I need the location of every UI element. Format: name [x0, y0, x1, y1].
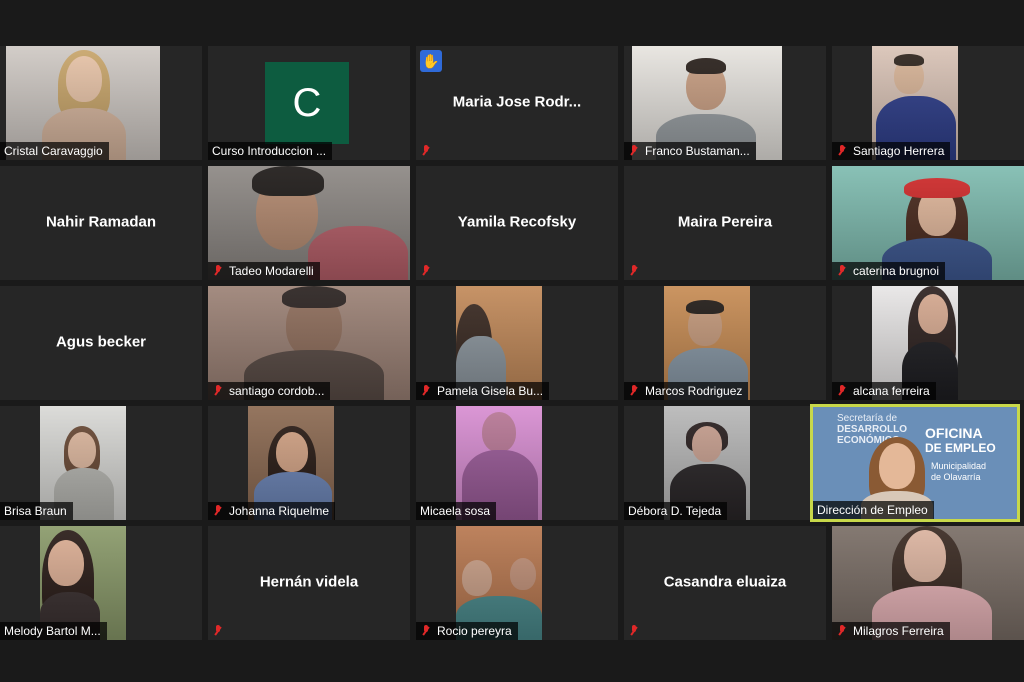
- muted-mic-icon: [836, 144, 848, 158]
- muted-mic-icon: [212, 624, 224, 638]
- participant-tile[interactable]: Agus becker: [0, 286, 202, 400]
- participant-name: Nahir Ramadan: [45, 213, 157, 231]
- participant-name-label: Marcos Rodriguez: [624, 382, 749, 400]
- muted-mic-icon: [628, 384, 640, 398]
- muted-mic-icon: [212, 504, 224, 518]
- muted-mic-icon: [628, 624, 640, 638]
- muted-mic-icon: [628, 264, 640, 278]
- muted-mic-icon: [420, 264, 432, 278]
- participant-name-label: Tadeo Modarelli: [208, 262, 320, 280]
- participant-name-label: Milagros Ferreira: [832, 622, 950, 640]
- participant-tile[interactable]: Melody Bartol M...: [0, 526, 202, 640]
- participant-tile[interactable]: Milagros Ferreira: [832, 526, 1024, 640]
- participant-tile[interactable]: caterina brugnoi: [832, 166, 1024, 280]
- participant-tile[interactable]: Maira Pereira: [624, 166, 826, 280]
- participant-tile[interactable]: Santiago Herrera: [832, 46, 1024, 160]
- participant-tile[interactable]: Tadeo Modarelli: [208, 166, 410, 280]
- participant-tile[interactable]: Franco Bustaman...: [624, 46, 826, 160]
- participant-name: Maria Jose Rodr...: [452, 93, 582, 111]
- participant-name-label: alcana ferreira: [832, 382, 936, 400]
- participant-name-label: Brisa Braun: [0, 502, 73, 520]
- participant-name-label: Rocio pereyra: [416, 622, 518, 640]
- raised-hand-icon: ✋: [420, 50, 442, 72]
- participant-tile[interactable]: Rocio pereyra: [416, 526, 618, 640]
- participant-tile[interactable]: alcana ferreira: [832, 286, 1024, 400]
- participant-name-label: Franco Bustaman...: [624, 142, 756, 160]
- participant-tile[interactable]: Hernán videla: [208, 526, 410, 640]
- participant-name-label: Pamela Gisela Bu...: [416, 382, 550, 400]
- participant-tile[interactable]: Cristal Caravaggio: [0, 46, 202, 160]
- participant-tile[interactable]: Yamila Recofsky: [416, 166, 618, 280]
- muted-mic-icon: [420, 384, 432, 398]
- participant-tile[interactable]: Brisa Braun: [0, 406, 202, 520]
- background-text: Secretaría de: [837, 413, 898, 424]
- muted-mic-icon: [420, 144, 432, 158]
- participant-name-label: Johanna Riquelme: [208, 502, 336, 520]
- participant-name-label: Curso Introduccion ...: [208, 142, 333, 160]
- participant-tile[interactable]: Marcos Rodriguez: [624, 286, 826, 400]
- participant-name-label: Santiago Herrera: [832, 142, 951, 160]
- participant-tile[interactable]: Pamela Gisela Bu...: [416, 286, 618, 400]
- muted-mic-icon: [628, 144, 640, 158]
- background-text: OFICINA: [925, 425, 983, 441]
- gallery-grid: Cristal Caravaggio C Curso Introduccion …: [0, 46, 1024, 646]
- participant-tile[interactable]: Nahir Ramadan: [0, 166, 202, 280]
- participant-name-label: Dirección de Empleo: [813, 501, 934, 519]
- participant-name-label: Micaela sosa: [416, 502, 497, 520]
- participant-name: Maira Pereira: [677, 213, 773, 231]
- background-text: DESARROLLO: [837, 424, 907, 435]
- participant-tile[interactable]: ✋ Maria Jose Rodr...: [416, 46, 618, 160]
- background-text: de Olavarría: [931, 472, 981, 482]
- participant-tile[interactable]: Johanna Riquelme: [208, 406, 410, 520]
- participant-name: Agus becker: [55, 333, 147, 351]
- participant-tile[interactable]: Micaela sosa: [416, 406, 618, 520]
- participant-name-label: caterina brugnoi: [832, 262, 946, 280]
- participant-name-label: santiago cordob...: [208, 382, 331, 400]
- participant-name-label: Débora D. Tejeda: [624, 502, 728, 520]
- participant-name: Yamila Recofsky: [457, 213, 577, 231]
- participant-name-label: Melody Bartol M...: [0, 622, 107, 640]
- muted-mic-icon: [836, 384, 848, 398]
- participant-tile[interactable]: Casandra eluaiza: [624, 526, 826, 640]
- background-text: DE EMPLEO: [925, 441, 996, 455]
- muted-mic-icon: [420, 624, 432, 638]
- muted-mic-icon: [836, 624, 848, 638]
- active-speaker-tile[interactable]: Secretaría de DESARROLLO ECONÓMICO OFICI…: [810, 404, 1020, 522]
- muted-mic-icon: [212, 264, 224, 278]
- background-text: Municipalidad: [931, 461, 987, 471]
- muted-mic-icon: [212, 384, 224, 398]
- muted-mic-icon: [836, 264, 848, 278]
- participant-name: Casandra eluaiza: [663, 573, 787, 591]
- participant-tile[interactable]: santiago cordob...: [208, 286, 410, 400]
- participant-name-label: Cristal Caravaggio: [0, 142, 109, 160]
- participant-tile[interactable]: C Curso Introduccion ...: [208, 46, 410, 160]
- avatar: C: [265, 62, 349, 144]
- participant-name: Hernán videla: [259, 573, 359, 591]
- participant-tile[interactable]: Débora D. Tejeda: [624, 406, 826, 520]
